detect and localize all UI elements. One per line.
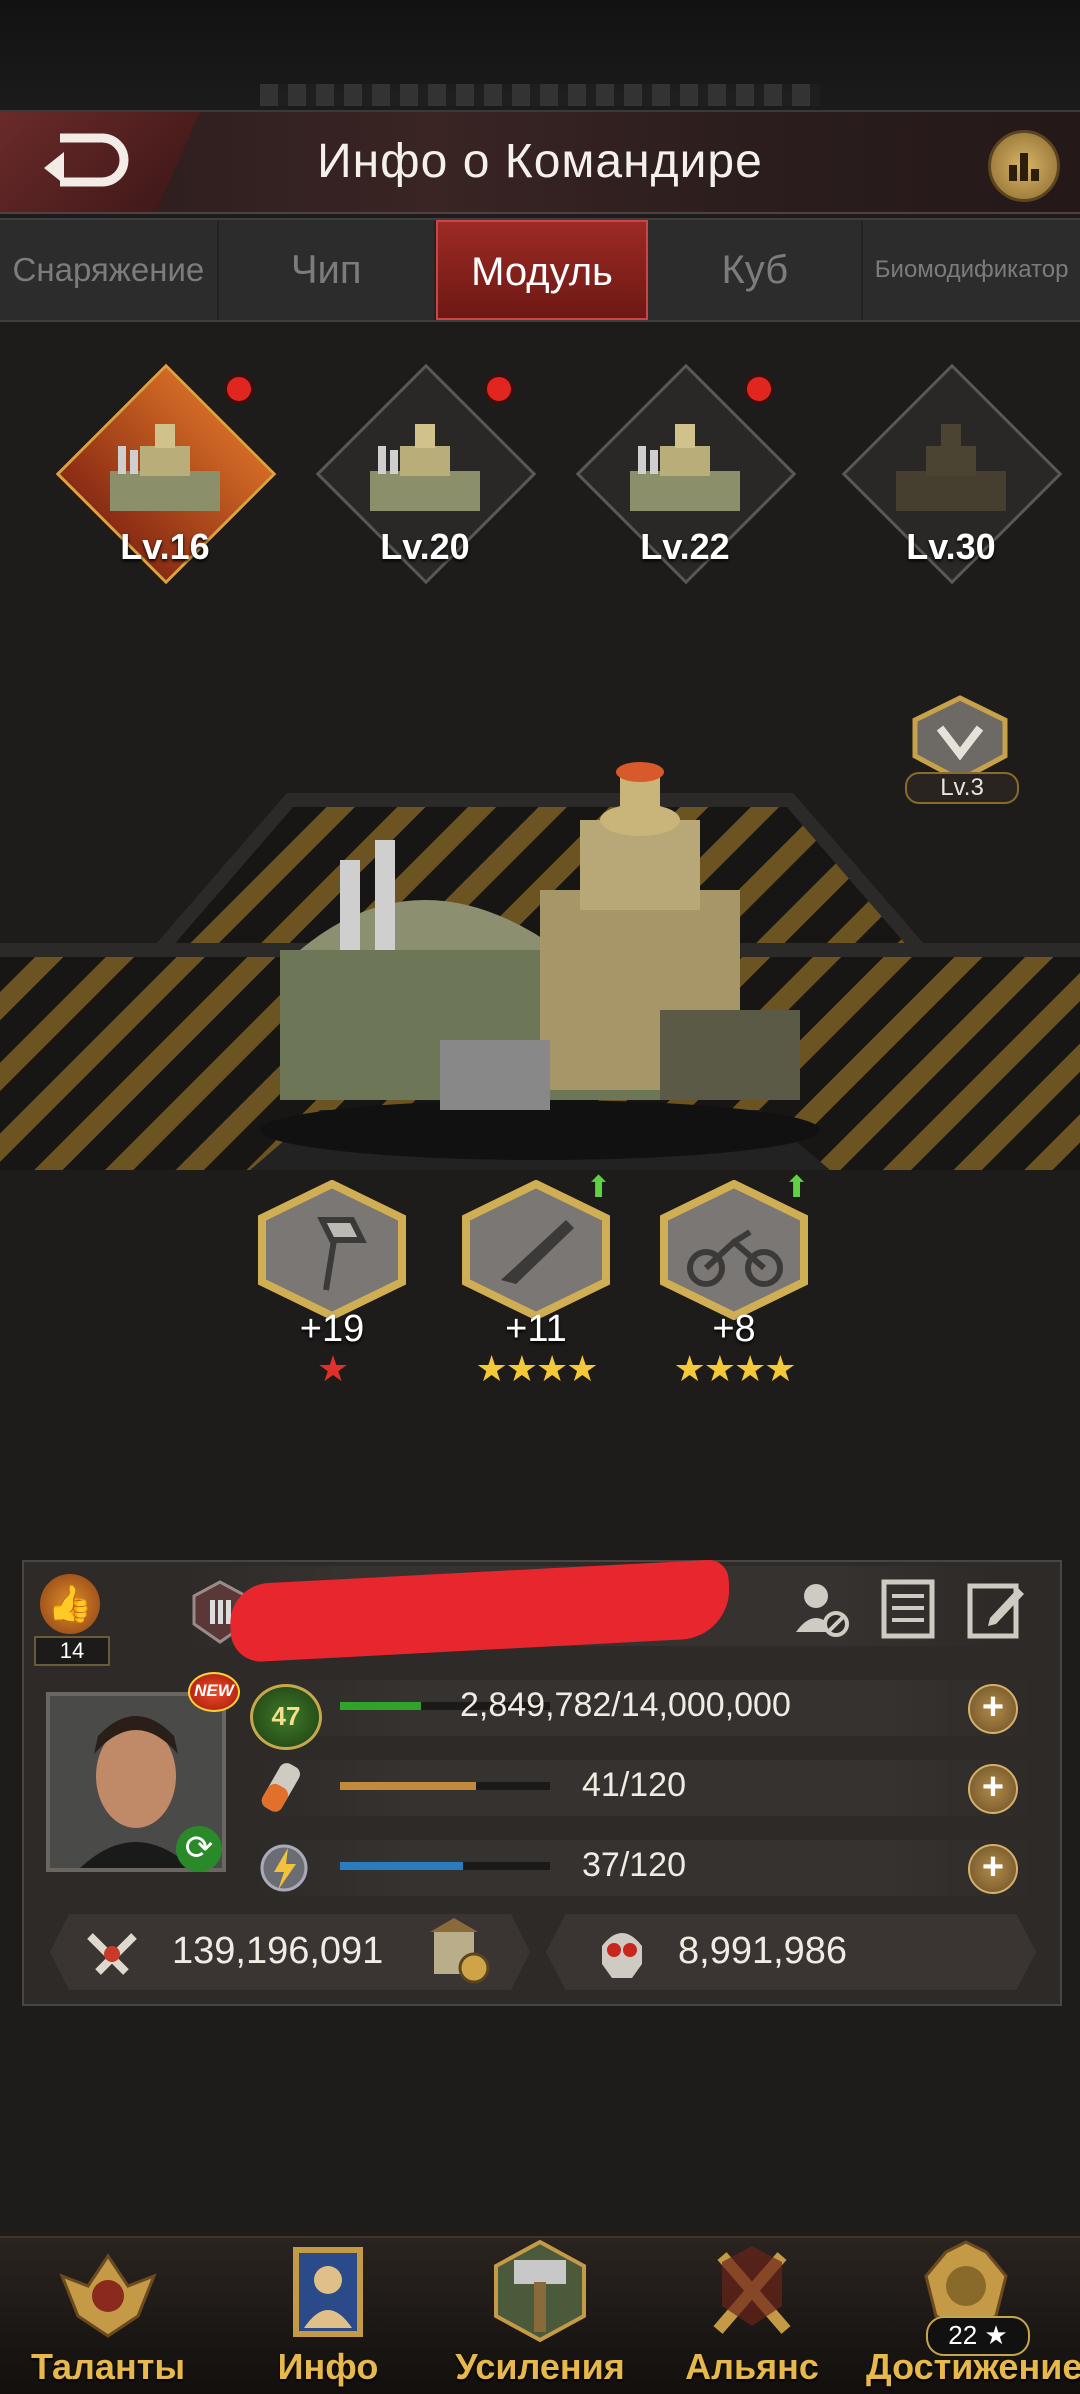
- attribute-stars: ★: [316, 1348, 349, 1389]
- kills-skull-icon: [602, 1933, 642, 1978]
- upgrade-arrow-icon: ⬆: [586, 1171, 612, 1204]
- tab-cube[interactable]: Куб: [648, 220, 864, 320]
- block-user-icon[interactable]: [790, 1578, 852, 1640]
- nav-achievement[interactable]: 22 ★ Достижение: [866, 2236, 1080, 2392]
- stamina-potion-icon: [261, 1763, 300, 1812]
- nav-boosts[interactable]: Усиления: [440, 2236, 640, 2392]
- module-slot-4[interactable]: Lv.30: [841, 363, 1063, 585]
- add-stamina-button[interactable]: +: [968, 1764, 1018, 1814]
- chevron-shield-icon: [912, 695, 1008, 783]
- nav-label: Альянс: [685, 2346, 819, 2387]
- notification-dot: [224, 374, 254, 404]
- hammer-boost-icon: [494, 2239, 586, 2343]
- stats-button[interactable]: [988, 130, 1060, 202]
- kills-value: 8,991,986: [678, 1930, 848, 1972]
- talents-emblem-icon: [59, 2253, 157, 2338]
- attribute-value: +11: [505, 1308, 567, 1350]
- nav-info[interactable]: Инфо: [228, 2236, 428, 2392]
- stamina-value: 41/120: [582, 1766, 686, 1804]
- attribute-stars: ★★★★: [673, 1348, 796, 1389]
- tab-module[interactable]: Модуль: [435, 220, 649, 320]
- factory-illustration: [260, 762, 820, 1160]
- thumbs-up-icon: 👍: [40, 1574, 100, 1634]
- bar-chart-icon: [1009, 153, 1039, 181]
- tab-chip[interactable]: Чип: [219, 220, 436, 320]
- back-arrow-icon: [44, 133, 129, 187]
- stamina-bar-fill: [340, 1782, 477, 1790]
- tab-equipment[interactable]: Снаряжение: [0, 220, 219, 320]
- module-level: Lv.20: [380, 526, 470, 567]
- module-attribute-2[interactable]: ⬆ +11 ★★★★: [456, 1171, 616, 1389]
- module-attribute-1[interactable]: +19 ★: [252, 1180, 412, 1389]
- list-icon[interactable]: [878, 1578, 938, 1640]
- attribute-value: +8: [712, 1308, 756, 1350]
- nav-talents[interactable]: Таланты: [8, 2236, 208, 2392]
- module-slot-3[interactable]: Lv.22: [575, 363, 797, 585]
- page-title: Инфо о Командире: [317, 135, 763, 188]
- factory-locked-icon: [896, 424, 1006, 511]
- likes-button[interactable]: 👍 14: [34, 1574, 110, 1666]
- exp-value: 2,849,782/14,000,000: [460, 1686, 791, 1724]
- top-frame: [0, 0, 1080, 113]
- edit-icon[interactable]: [966, 1578, 1028, 1640]
- energy-bar-fill: [340, 1862, 463, 1870]
- level-badge: 47: [250, 1684, 322, 1750]
- nav-alliance[interactable]: Альянс: [652, 2236, 852, 2392]
- new-badge: NEW: [188, 1672, 240, 1712]
- module-level: Lv.16: [120, 526, 210, 567]
- tab-biomodifier[interactable]: Биомодификатор: [863, 220, 1080, 320]
- add-energy-button[interactable]: +: [968, 1844, 1018, 1894]
- power-info-icon[interactable]: [428, 1916, 492, 1986]
- energy-bar: [340, 1862, 550, 1870]
- tab-bar: Снаряжение Чип Модуль Куб Биомодификатор: [0, 218, 1080, 322]
- attribute-stars: ★★★★: [475, 1348, 598, 1389]
- module-slot-2[interactable]: Lv.20: [315, 363, 537, 585]
- module-slot-1[interactable]: Lv.16: [55, 363, 277, 585]
- factory-icon: [110, 424, 220, 511]
- module-attribute-3[interactable]: ⬆ +8 ★★★★: [654, 1171, 814, 1389]
- info-profile-icon: [293, 2247, 363, 2337]
- factory-icon: [370, 424, 480, 511]
- nav-label: Усиления: [455, 2346, 625, 2387]
- refresh-icon[interactable]: ⟳: [176, 1826, 222, 1872]
- add-exp-button[interactable]: +: [968, 1684, 1018, 1734]
- module-level: Lv.30: [906, 526, 996, 567]
- axe-icon: [258, 1180, 406, 1320]
- upgrade-arrow-icon: ⬆: [784, 1171, 810, 1204]
- notification-dot: [744, 374, 774, 404]
- energy-value: 37/120: [582, 1846, 686, 1884]
- stamina-bar: [340, 1782, 550, 1790]
- likes-count: 14: [34, 1636, 110, 1666]
- notification-dot: [484, 374, 514, 404]
- nav-label: Инфо: [277, 2346, 379, 2387]
- factory-icon: [630, 424, 740, 511]
- attribute-value: +19: [299, 1308, 365, 1350]
- nav-label: Достижение: [866, 2346, 1080, 2387]
- power-value: 139,196,091: [172, 1930, 384, 1972]
- crossed-swords-icon: [713, 2246, 791, 2334]
- energy-lightning-icon: [260, 1844, 308, 1892]
- module-level: Lv.22: [640, 526, 730, 567]
- exp-bar-fill: [340, 1702, 422, 1710]
- nav-label: Таланты: [30, 2346, 186, 2387]
- power-crossed-guns-icon: [87, 1933, 137, 1975]
